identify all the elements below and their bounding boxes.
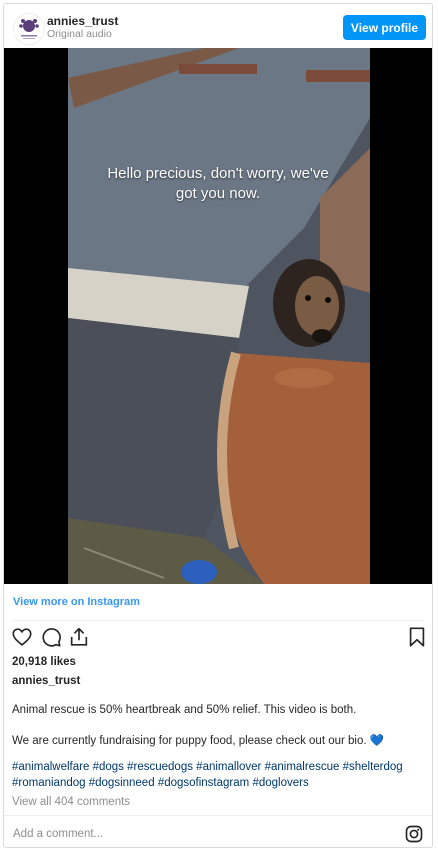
hashtag-link[interactable]: #dogsinneed [89,777,155,789]
hashtag-link[interactable]: #animallover [196,761,261,773]
header-username[interactable]: annies_trust [47,14,118,28]
view-more-link[interactable]: View more on Instagram [13,596,140,608]
hashtag-list: #animalwelfare #dogs #rescuedogs #animal… [12,760,426,791]
action-bar [4,626,432,652]
hashtag-link[interactable]: #dogsofinstagram [158,777,249,789]
comment-button[interactable] [40,626,62,648]
paw-logo-avatar-icon [19,19,39,39]
hashtag-link[interactable]: #dogs [93,761,124,773]
hashtag-link[interactable]: #doglovers [252,777,308,789]
comment-icon [42,628,61,647]
divider [12,620,424,621]
hashtag-link[interactable]: #shelterdog [343,761,403,773]
view-all-comments-link[interactable]: View all 404 comments [12,796,130,808]
post-caption-line: Animal rescue is 50% heartbreak and 50% … [12,704,357,716]
share-icon [70,627,88,646]
post-caption-line: We are currently fundraising for puppy f… [12,735,385,747]
video-frame [4,48,432,584]
post-owner-username[interactable]: annies_trust [12,675,80,687]
bookmark-icon [409,627,425,647]
hashtag-link[interactable]: #animalwelfare [12,761,89,773]
instagram-embed-card: annies_trust Original audio View profile [3,3,433,848]
like-count[interactable]: 20,918 likes [12,656,76,668]
video-player[interactable]: Hello precious, don't worry, we've got y… [4,48,432,584]
comment-input[interactable] [11,823,395,845]
avatar[interactable] [13,13,45,45]
hashtag-link[interactable]: #rescuedogs [127,761,193,773]
save-button[interactable] [406,626,428,648]
instagram-logo-button[interactable] [405,825,423,843]
hashtag-link[interactable]: #animalrescue [265,761,340,773]
like-button[interactable] [11,626,33,648]
video-caption-overlay: Hello precious, don't worry, we've got y… [68,164,368,204]
post-header: annies_trust Original audio View profile [4,4,432,48]
audio-label[interactable]: Original audio [47,28,112,40]
instagram-icon [405,825,423,843]
heart-icon [12,628,32,646]
view-profile-button[interactable]: View profile [343,15,426,40]
hashtag-link[interactable]: #romaniandog [12,777,86,789]
comment-bar [4,815,432,847]
video-caption-line: Hello precious, don't worry, we've [107,165,329,182]
video-caption-line: got you now. [175,185,261,202]
share-button[interactable] [68,626,90,648]
